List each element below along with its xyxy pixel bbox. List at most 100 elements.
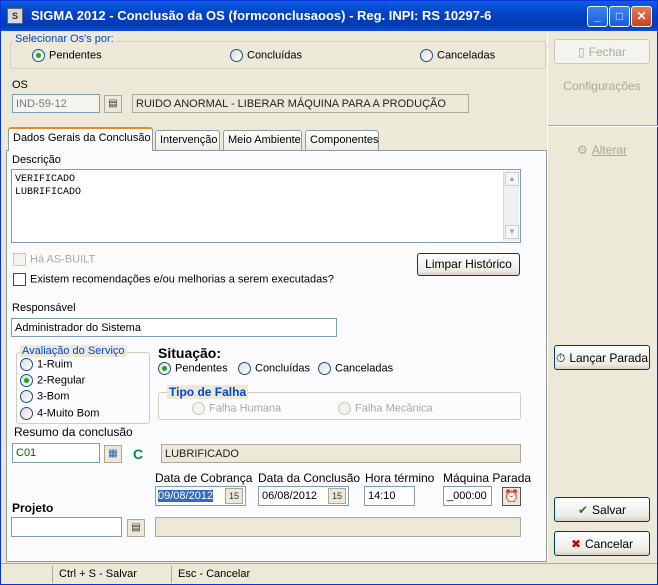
- cancel-icon: ✖: [570, 537, 582, 551]
- radio-label: 3-Bom: [37, 390, 70, 403]
- failure-type-legend: Tipo de Falha: [167, 385, 249, 399]
- cancel-button[interactable]: ✖ Cancelar: [554, 531, 650, 556]
- project-lookup-icon[interactable]: ▤: [127, 519, 145, 537]
- gear-icon: ⚙: [576, 143, 588, 157]
- project-description-field: [155, 517, 521, 537]
- status-bar: Ctrl + S - Salvar Esc - Cancelar: [1, 563, 657, 584]
- billing-calendar-icon[interactable]: 15: [225, 488, 243, 504]
- maximize-button[interactable]: □: [609, 6, 630, 27]
- radio-dot: [158, 362, 171, 375]
- radio-label: Canceladas: [437, 49, 496, 62]
- summary-label: Resumo da conclusão: [14, 425, 133, 439]
- project-field[interactable]: [11, 517, 122, 537]
- tab-componentes[interactable]: Componentes: [305, 130, 379, 150]
- radio-dot: [20, 374, 33, 387]
- minimize-button[interactable]: _: [587, 6, 608, 27]
- radio-dot: [32, 49, 45, 62]
- machine-stopped-label: Máquina Parada: [443, 471, 532, 485]
- close-form-button[interactable]: ▯ Fechar: [554, 39, 650, 64]
- evaluation-ruim-radio[interactable]: 1-Ruim: [20, 358, 72, 371]
- radio-label: Pendentes: [49, 49, 102, 62]
- evaluation-muito-bom-radio[interactable]: 4-Muito Bom: [20, 407, 99, 420]
- summary-code-field[interactable]: C01: [12, 443, 100, 463]
- checkbox-label: Há AS-BUILT: [30, 253, 96, 266]
- os-lookup-icon[interactable]: ▤: [104, 95, 122, 113]
- radio-label: 2-Regular: [37, 374, 86, 387]
- radio-dot: [420, 49, 433, 62]
- as-built-checkbox[interactable]: Há AS-BUILT: [13, 253, 95, 266]
- tab-dados-gerais[interactable]: Dados Gerais da Conclusão: [8, 127, 153, 151]
- filter-concluidas-radio[interactable]: Concluídas: [230, 49, 302, 62]
- description-label: Descrição: [12, 154, 61, 166]
- evaluation-legend: Avaliação do Serviço: [20, 345, 127, 357]
- status-cancel-hint: Esc - Cancelar: [171, 566, 371, 583]
- radio-dot: [338, 402, 351, 415]
- side-separator: [548, 125, 658, 127]
- radio-label: Concluídas: [255, 362, 311, 375]
- evaluation-regular-radio[interactable]: 2-Regular: [20, 374, 85, 387]
- checkbox-label: Existem recomendações e/ou melhorias a s…: [30, 273, 334, 286]
- scroll-up-icon[interactable]: ▲: [505, 172, 519, 186]
- close-button[interactable]: ✕: [631, 6, 652, 27]
- filter-canceladas-radio[interactable]: Canceladas: [420, 49, 495, 62]
- button-label: Fechar: [588, 45, 626, 59]
- scroll-down-icon[interactable]: ▼: [505, 225, 519, 239]
- title-bar[interactable]: S SIGMA 2012 - Conclusão da OS (formconc…: [1, 1, 657, 31]
- window-title: SIGMA 2012 - Conclusão da OS (formconclu…: [31, 8, 492, 23]
- os-code-field[interactable]: IND-59-12: [12, 94, 100, 113]
- radio-dot: [20, 358, 33, 371]
- recommendations-checkbox[interactable]: Existem recomendações e/ou melhorias a s…: [13, 273, 334, 286]
- side-panel: ▯ Fechar Configurações ⚙ Alterar ⏱ Lançar P…: [547, 32, 658, 562]
- situation-pendentes-radio[interactable]: Pendentes: [158, 362, 228, 375]
- description-line: VERIFICADO: [15, 174, 76, 185]
- edit-button[interactable]: ⚙ Alterar: [554, 137, 650, 162]
- filter-pendentes-radio[interactable]: Pendentes: [32, 49, 102, 62]
- responsible-label: Responsável: [12, 302, 76, 314]
- responsible-field[interactable]: Administrador do Sistema: [11, 318, 337, 337]
- evaluation-bom-radio[interactable]: 3-Bom: [20, 390, 69, 403]
- description-scrollbar[interactable]: ▲ ▼: [503, 171, 519, 241]
- description-line: LUBRIFICADO: [15, 187, 82, 198]
- billing-date-value: 09/08/2012: [158, 490, 214, 502]
- conclusion-calendar-icon[interactable]: 15: [328, 488, 346, 504]
- clear-history-button[interactable]: Limpar Histórico: [417, 253, 520, 276]
- alarm-clock-icon[interactable]: ⏰: [502, 487, 521, 506]
- tab-meio-ambiente[interactable]: Meio Ambiente: [223, 130, 302, 150]
- config-button[interactable]: Configurações: [554, 73, 650, 98]
- filter-legend: Selecionar Os's por:: [13, 33, 116, 45]
- description-textarea[interactable]: VERIFICADO LUBRIFICADO: [11, 169, 521, 243]
- radio-label: 4-Muito Bom: [37, 407, 100, 420]
- save-button[interactable]: ✔ Salvar: [554, 497, 650, 522]
- situation-concluidas-radio[interactable]: Concluídas: [238, 362, 310, 375]
- situation-label: Situação:: [158, 345, 222, 361]
- stop-button[interactable]: ⏱ Lançar Parada: [554, 345, 650, 370]
- radio-label: 1-Ruim: [37, 358, 73, 371]
- status-save-hint: Ctrl + S - Salvar: [52, 566, 171, 583]
- summary-c-icon[interactable]: C: [129, 445, 147, 463]
- conclusion-date-label: Data da Conclusão: [258, 471, 361, 485]
- radio-dot: [20, 407, 33, 420]
- failure-human-radio[interactable]: Falha Humana: [192, 402, 281, 415]
- checkbox-box: [13, 253, 26, 266]
- app-icon: S: [7, 8, 23, 24]
- machine-stopped-field[interactable]: _000:00: [443, 486, 492, 506]
- summary-text-field: LUBRIFICADO: [161, 444, 521, 463]
- failure-mechanical-radio[interactable]: Falha Mecânica: [338, 402, 433, 415]
- save-icon: ✔: [577, 503, 589, 517]
- summary-lookup-icon[interactable]: ▦: [104, 445, 122, 463]
- billing-date-label: Data de Cobrança: [155, 471, 253, 485]
- end-time-label: Hora término: [365, 471, 435, 485]
- checkbox-box: [13, 273, 26, 286]
- window: S SIGMA 2012 - Conclusão da OS (formconc…: [0, 0, 658, 585]
- end-time-field[interactable]: 14:10: [364, 486, 415, 506]
- radio-label: Concluídas: [247, 49, 303, 62]
- radio-dot: [238, 362, 251, 375]
- button-label: Cancelar: [585, 537, 634, 551]
- radio-dot: [192, 402, 205, 415]
- stopwatch-icon: ⏱: [555, 351, 566, 365]
- tab-intervencao[interactable]: Intervenção: [155, 130, 220, 150]
- os-description-field: RUIDO ANORMAL - LIBERAR MÁQUINA PARA A P…: [132, 94, 469, 113]
- button-label: Alterar: [591, 143, 628, 157]
- radio-dot: [20, 390, 33, 403]
- situation-canceladas-radio[interactable]: Canceladas: [318, 362, 393, 375]
